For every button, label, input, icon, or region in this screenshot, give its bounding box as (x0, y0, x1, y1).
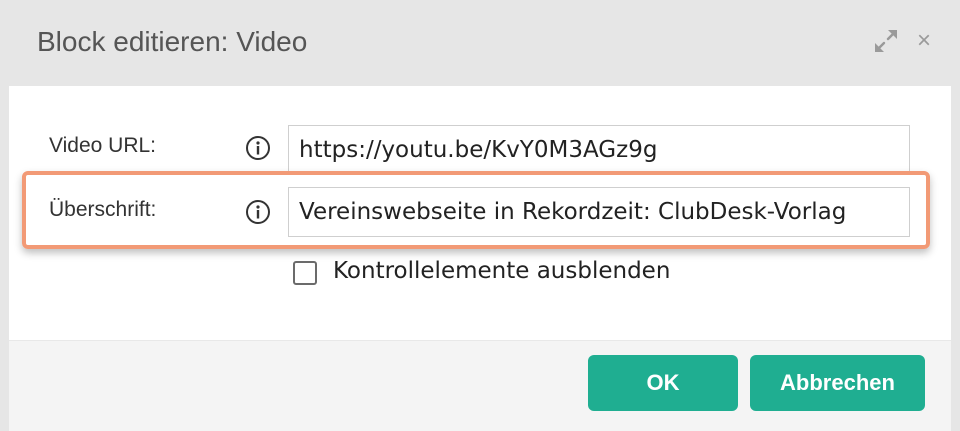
heading-input[interactable] (288, 187, 910, 237)
info-circle-icon[interactable] (245, 199, 271, 225)
video-url-label: Video URL: (49, 134, 157, 157)
ok-button[interactable]: OK (588, 355, 738, 411)
dialog-title: Block editieren: Video (37, 26, 308, 57)
info-circle-icon[interactable] (245, 135, 271, 161)
hide-controls-checkbox[interactable] (293, 261, 317, 285)
maximize-icon[interactable] (873, 28, 899, 54)
hide-controls-label[interactable]: Kontrollelemente ausblenden (333, 258, 670, 284)
cancel-button[interactable]: Abbrechen (750, 355, 925, 411)
heading-label: Überschrift: (49, 198, 157, 221)
video-url-input[interactable] (288, 125, 910, 175)
dialog-titlebar: Block editieren: Video × (0, 0, 960, 86)
close-icon[interactable]: × (911, 28, 937, 54)
